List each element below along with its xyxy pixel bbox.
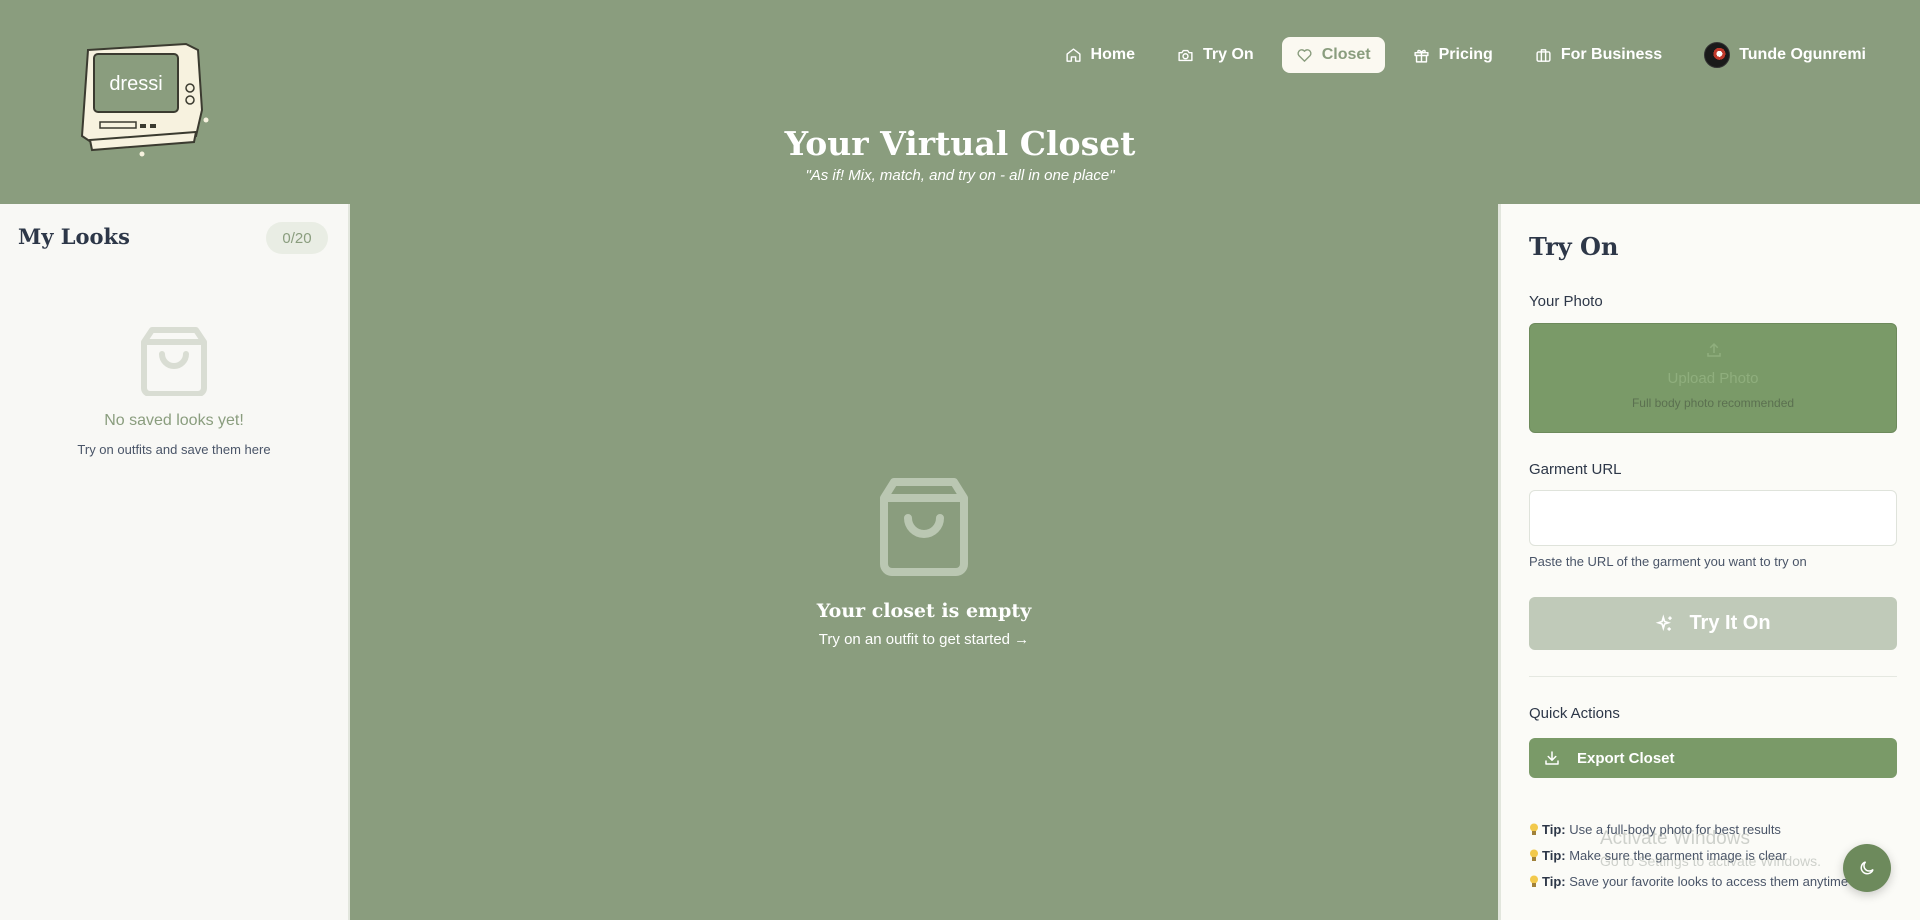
home-icon <box>1065 47 1081 62</box>
nav-try-on-label: Try On <box>1203 46 1254 63</box>
nav-closet[interactable]: Closet <box>1281 37 1385 73</box>
my-looks-title: My Looks <box>18 224 130 249</box>
no-looks-title: No saved looks yet! <box>104 412 244 429</box>
shopping-bag-icon <box>141 327 207 396</box>
closet-empty-title: Your closet is empty <box>816 600 1032 622</box>
nav-try-on[interactable]: Try On <box>1163 37 1268 73</box>
app-header: dressi Home Try On Closet Pricing For Bu… <box>0 0 1920 204</box>
nav-for-business-label: For Business <box>1560 46 1663 63</box>
download-icon <box>1545 751 1559 765</box>
nav-closet-label: Closet <box>1321 46 1371 63</box>
gift-icon <box>1414 49 1429 63</box>
lightbulb-icon <box>1530 875 1538 887</box>
garment-url-hint: Paste the URL of the garment you want to… <box>1529 554 1807 569</box>
camera-icon <box>1178 49 1193 61</box>
main-nav: Home Try On Closet Pricing For Business … <box>1051 37 1880 73</box>
upload-photo-hint: Full body photo recommended <box>1631 396 1795 410</box>
sparkles-icon <box>1656 613 1673 631</box>
lightbulb-icon <box>1530 823 1538 835</box>
no-looks-subtitle: Try on outfits and save them here <box>77 442 271 457</box>
try-it-on-button[interactable]: Try It On <box>1529 597 1897 650</box>
nav-home[interactable]: Home <box>1051 37 1149 73</box>
user-name: Tunde Ogunremi <box>1739 46 1866 63</box>
moon-icon <box>1860 861 1874 875</box>
export-closet-button[interactable]: Export Closet <box>1529 738 1897 778</box>
theme-toggle-button[interactable] <box>1843 844 1891 892</box>
try-on-panel: Try On Your Photo Upload Photo Full body… <box>1498 204 1920 920</box>
lightbulb-icon <box>1530 849 1538 861</box>
garment-url-input[interactable] <box>1529 490 1897 546</box>
try-it-on-label: Try It On <box>1689 612 1771 634</box>
quick-actions-label: Quick Actions <box>1529 705 1620 722</box>
photo-label: Your Photo <box>1529 293 1603 310</box>
looks-count-badge: 0/20 <box>266 222 328 254</box>
divider <box>1529 676 1897 677</box>
nav-for-business[interactable]: For Business <box>1521 37 1676 73</box>
heart-icon <box>1297 48 1312 62</box>
upload-icon <box>1707 342 1721 357</box>
avatar <box>1704 42 1731 68</box>
logo-text: dressi <box>109 73 162 95</box>
upload-photo-label: Upload Photo <box>1667 370 1759 387</box>
nav-pricing[interactable]: Pricing <box>1399 37 1507 73</box>
page-title: Your Virtual Closet <box>784 124 1136 163</box>
garment-url-label: Garment URL <box>1529 461 1622 478</box>
nav-home-label: Home <box>1090 46 1135 63</box>
activate-windows-watermark: Activate Windows <box>1600 828 1750 849</box>
closet-empty-subtitle[interactable]: Try on an outfit to get started → <box>350 631 1498 648</box>
try-on-title: Try On <box>1529 232 1619 261</box>
tip-item: Tip: Save your favorite looks to access … <box>1529 874 1869 889</box>
export-closet-label: Export Closet <box>1577 749 1675 767</box>
page-subtitle: "As if! Mix, match, and try on - all in … <box>805 167 1115 184</box>
nav-pricing-label: Pricing <box>1438 46 1493 63</box>
briefcase-icon <box>1536 48 1551 62</box>
user-menu[interactable]: Tunde Ogunremi <box>1690 37 1880 73</box>
activate-windows-subtext: Go to Settings to activate Windows. <box>1600 853 1821 869</box>
shopping-bag-icon <box>880 478 968 576</box>
upload-photo-dropzone[interactable]: Upload Photo Full body photo recommended <box>1529 323 1897 433</box>
my-looks-panel: My Looks 0/20 No saved looks yet! Try on… <box>0 204 350 920</box>
